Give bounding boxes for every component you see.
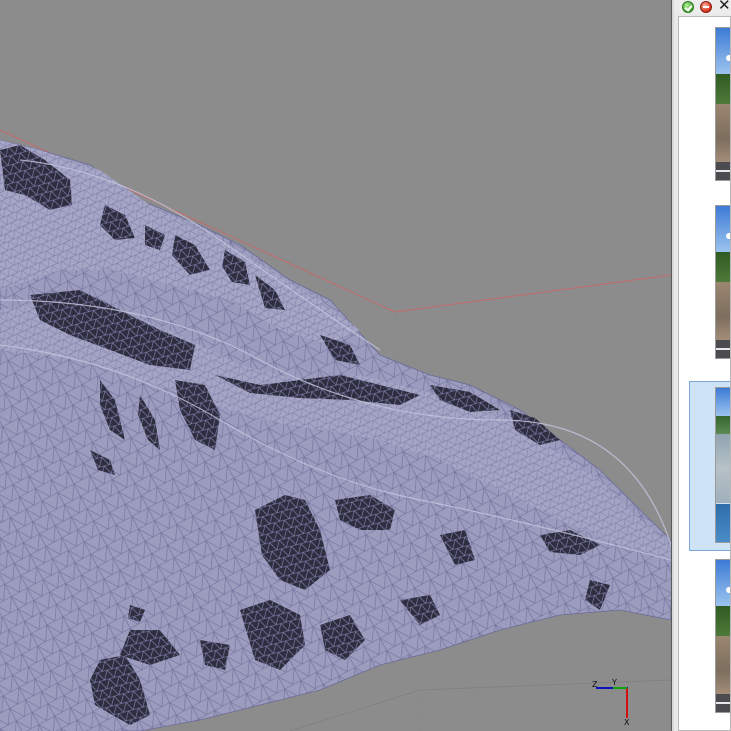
thumbnail-item[interactable] [689, 197, 730, 367]
check-icon[interactable] [682, 1, 694, 13]
mesh-render[interactable]: Z Y X [0, 0, 671, 731]
close-icon[interactable]: ✕ [718, 0, 731, 13]
image-panel: ✕ [674, 0, 731, 731]
app-window: Z Y X ✕ [0, 0, 731, 731]
image-thumbnail-list[interactable] [678, 16, 731, 731]
photo-thumbnail [715, 205, 730, 359]
axis-label-y: Y [611, 678, 617, 687]
photo-thumbnail [715, 27, 730, 181]
thumbnail-item[interactable] [689, 551, 730, 721]
3d-viewport[interactable]: Z Y X [0, 0, 671, 731]
axis-label-x: X [624, 718, 630, 727]
photo-thumbnail [715, 387, 730, 543]
thumbnail-item[interactable] [689, 19, 730, 189]
thumbnail-item-selected[interactable] [689, 381, 730, 551]
photo-thumbnail [715, 559, 730, 713]
axis-gizmo: Z Y X [592, 678, 630, 727]
panel-toolbar: ✕ [674, 0, 731, 14]
minus-icon[interactable] [700, 1, 712, 13]
axis-label-z: Z [592, 680, 598, 689]
